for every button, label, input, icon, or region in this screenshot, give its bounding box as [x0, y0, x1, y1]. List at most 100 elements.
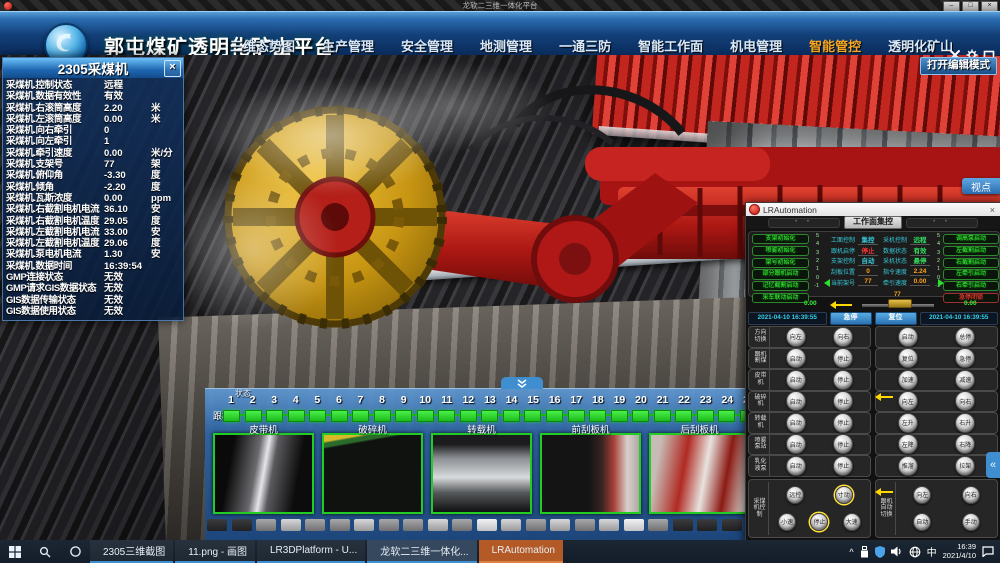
- taskbar-task-button[interactable]: 2305三维截图: [90, 540, 173, 563]
- scrollbar-segment[interactable]: [330, 519, 350, 531]
- round-button[interactable]: 减速: [955, 370, 975, 390]
- status-square[interactable]: [654, 410, 671, 422]
- panel-collapse-tab[interactable]: «: [986, 452, 1000, 478]
- round-button[interactable]: 启动: [786, 370, 806, 390]
- motor-button[interactable]: 调高泵启动: [943, 234, 999, 244]
- clock[interactable]: 16:39 2021/4/10: [943, 543, 976, 560]
- status-square[interactable]: [632, 410, 649, 422]
- status-square[interactable]: [288, 410, 305, 422]
- round-button[interactable]: 停止: [833, 434, 853, 454]
- status-square[interactable]: [611, 410, 628, 422]
- taskbar-task-button[interactable]: LRAutomation: [479, 540, 563, 563]
- status-square[interactable]: [718, 410, 735, 422]
- motor-button[interactable]: 左截割启动: [943, 246, 999, 256]
- status-square[interactable]: [395, 410, 412, 422]
- scrollbar-segment[interactable]: [428, 519, 448, 531]
- round-button[interactable]: 拉架: [955, 456, 975, 476]
- scrollbar-segment[interactable]: [673, 519, 693, 531]
- scrollbar-segment[interactable]: [477, 519, 497, 531]
- scrollbar-segment[interactable]: [281, 519, 301, 531]
- camera-thumbnail[interactable]: [213, 433, 314, 514]
- status-square[interactable]: [524, 410, 541, 422]
- shearer-position-marker[interactable]: [888, 299, 912, 308]
- status-square[interactable]: [245, 410, 262, 422]
- panel-close-icon[interactable]: ×: [164, 60, 181, 77]
- scrollbar-segment[interactable]: [452, 519, 472, 531]
- status-square[interactable]: [352, 410, 369, 422]
- round-button[interactable]: 急停: [955, 348, 975, 368]
- round-button[interactable]: 右降: [955, 434, 975, 454]
- lrautomation-close-icon[interactable]: ×: [990, 205, 997, 215]
- taskbar-task-button[interactable]: LR3DPlatform - U...: [257, 540, 365, 563]
- collapse-strip-tab[interactable]: [501, 377, 543, 389]
- menu-item[interactable]: 生产管理: [322, 36, 374, 55]
- status-square[interactable]: [481, 410, 498, 422]
- workface-control-tab[interactable]: 工作面集控: [844, 216, 902, 229]
- scrollbar-segment[interactable]: [550, 519, 570, 531]
- status-square[interactable]: [266, 410, 283, 422]
- camera-thumbnail[interactable]: [540, 433, 641, 514]
- status-square[interactable]: [546, 410, 563, 422]
- round-button[interactable]: 向左: [913, 486, 931, 504]
- status-square[interactable]: [417, 410, 434, 422]
- status-square[interactable]: [374, 410, 391, 422]
- status-square[interactable]: [438, 410, 455, 422]
- status-square[interactable]: [697, 410, 714, 422]
- motor-button[interactable]: 右截割启动: [943, 258, 999, 268]
- scrollbar-segment[interactable]: [305, 519, 325, 531]
- scrollbar-segment[interactable]: [256, 519, 276, 531]
- round-button[interactable]: 向左: [898, 391, 918, 411]
- status-square[interactable]: [460, 410, 477, 422]
- menu-item[interactable]: 透明化矿山: [888, 36, 953, 55]
- camera-thumbnail[interactable]: [649, 433, 750, 514]
- scrollbar-segment[interactable]: [403, 519, 423, 531]
- preset-button[interactable]: 支架初始化: [752, 234, 809, 244]
- search-icon[interactable]: [30, 540, 60, 563]
- round-button[interactable]: 启动: [786, 391, 806, 411]
- scrollbar-segment[interactable]: [501, 519, 521, 531]
- menu-item[interactable]: 地测管理: [480, 36, 532, 55]
- preset-button[interactable]: 喷雾初始化: [752, 246, 809, 256]
- menu-item[interactable]: 机电管理: [730, 36, 782, 55]
- menu-item[interactable]: 智能工作面: [638, 36, 703, 55]
- reset-button[interactable]: 复位: [875, 312, 917, 325]
- round-button[interactable]: 启动: [786, 434, 806, 454]
- menu-item[interactable]: 安全管理: [401, 36, 453, 55]
- scrollbar-segment[interactable]: [648, 519, 668, 531]
- speaker-icon[interactable]: [891, 546, 903, 557]
- round-button[interactable]: 停止: [833, 370, 853, 390]
- scrollbar-segment[interactable]: [232, 519, 252, 531]
- round-button[interactable]: 远控: [786, 486, 804, 504]
- scrollbar-segment[interactable]: [697, 519, 717, 531]
- status-square[interactable]: [223, 410, 240, 422]
- round-button[interactable]: 启动: [786, 413, 806, 433]
- round-button[interactable]: 向左: [786, 327, 806, 347]
- status-square[interactable]: [503, 410, 520, 422]
- round-button[interactable]: 启动: [898, 327, 918, 347]
- status-square[interactable]: [568, 410, 585, 422]
- round-button[interactable]: 加速: [898, 370, 918, 390]
- status-square[interactable]: [675, 410, 692, 422]
- scrollbar-segment[interactable]: [624, 519, 644, 531]
- scrollbar-segment[interactable]: [379, 519, 399, 531]
- round-button[interactable]: 停止: [833, 413, 853, 433]
- round-button[interactable]: 停止: [833, 456, 853, 476]
- round-button[interactable]: 大速: [843, 513, 861, 531]
- round-button[interactable]: 小速: [778, 513, 796, 531]
- motor-button[interactable]: 右牵引启动: [943, 281, 999, 291]
- network-globe-icon[interactable]: [909, 546, 921, 558]
- motor-button[interactable]: 左牵引启动: [943, 269, 999, 279]
- action-center-icon[interactable]: [982, 546, 994, 557]
- taskbar-task-button[interactable]: 11.png - 画图: [175, 540, 255, 563]
- cortana-icon[interactable]: [60, 540, 90, 563]
- scrollbar-segment[interactable]: [599, 519, 619, 531]
- open-edit-mode-button[interactable]: 打开编辑模式: [920, 57, 997, 75]
- round-button[interactable]: 总停: [955, 327, 975, 347]
- status-square[interactable]: [589, 410, 606, 422]
- scrollbar-segment[interactable]: [354, 519, 374, 531]
- tray-expand-icon[interactable]: ^: [849, 547, 853, 557]
- preset-button[interactable]: 部分跟机启动: [752, 269, 809, 279]
- round-button[interactable]: 左降: [898, 434, 918, 454]
- menu-item[interactable]: 三维态势图: [230, 36, 295, 55]
- round-button[interactable]: 自动: [913, 513, 931, 531]
